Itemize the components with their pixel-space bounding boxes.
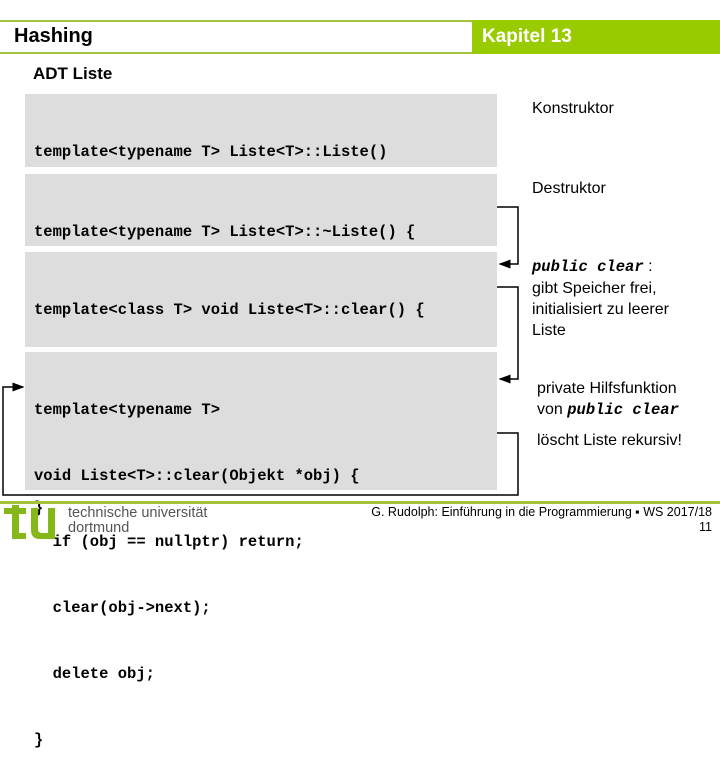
code-block-constructor: template<typename T> Liste<T>::Liste() :… [25, 94, 497, 293]
annotation-text: von [537, 401, 568, 418]
code-block-destructor: template<typename T> Liste<T>::~Liste() … [25, 174, 497, 373]
university-line-1: technische universität [68, 505, 208, 521]
code-block-public-clear: template<class T> void Liste<T>::clear()… [25, 252, 497, 517]
code-line: template<typename T> [34, 401, 221, 419]
code-line: void Liste<T>::clear(Objekt *obj) { [34, 467, 360, 485]
university-line-2: dortmund [68, 520, 130, 536]
header-rule-top [0, 20, 472, 22]
annotation-line: Liste [532, 322, 566, 339]
university-name: technische universität dortmund [68, 506, 207, 536]
tu-logo-icon [4, 505, 55, 539]
annotation-destructor: Destruktor [532, 180, 606, 197]
footer-credit: G. Rudolph: Einführung in die Programmie… [371, 505, 712, 535]
arrow-clear-to-helper [497, 286, 519, 384]
section-title: ADT Liste [33, 64, 113, 83]
code-line: template<typename T> Liste<T>::Liste() [34, 143, 388, 161]
annotation-code: public clear [567, 401, 679, 419]
annotation-public-clear: public clear : gibt Speicher frei, initi… [532, 256, 669, 341]
code-line: delete obj; [34, 665, 155, 683]
annotation-line: initialisiert zu leerer [532, 301, 669, 318]
arrow-destructor-to-clear [497, 206, 519, 269]
page-number: 11 [699, 520, 712, 534]
chapter-label: Kapitel 13 [482, 26, 572, 47]
annotation-separator: : [643, 258, 653, 275]
annotation-private-helper: private Hilfsfunktion von public clear [537, 378, 679, 421]
code-line: clear(obj->next); [34, 599, 211, 617]
code-block-private-clear: template<typename T> void Liste<T>::clea… [25, 352, 497, 749]
code-line: template<class T> void Liste<T>::clear()… [34, 301, 425, 319]
slide-topic-title: Hashing [14, 25, 93, 47]
course-credit: G. Rudolph: Einführung in die Programmie… [371, 505, 712, 519]
footer-rule [0, 501, 720, 504]
annotation-line: private Hilfsfunktion [537, 380, 677, 397]
code-line: } [34, 731, 44, 749]
annotation-recursive: löscht Liste rekursiv! [537, 432, 682, 449]
code-line: template<typename T> Liste<T>::~Liste() … [34, 223, 416, 241]
annotation-line: gibt Speicher frei, [532, 280, 657, 297]
header-rule-bottom [0, 52, 472, 54]
annotation-constructor: Konstruktor [532, 100, 614, 117]
annotation-code: public clear [532, 258, 644, 276]
